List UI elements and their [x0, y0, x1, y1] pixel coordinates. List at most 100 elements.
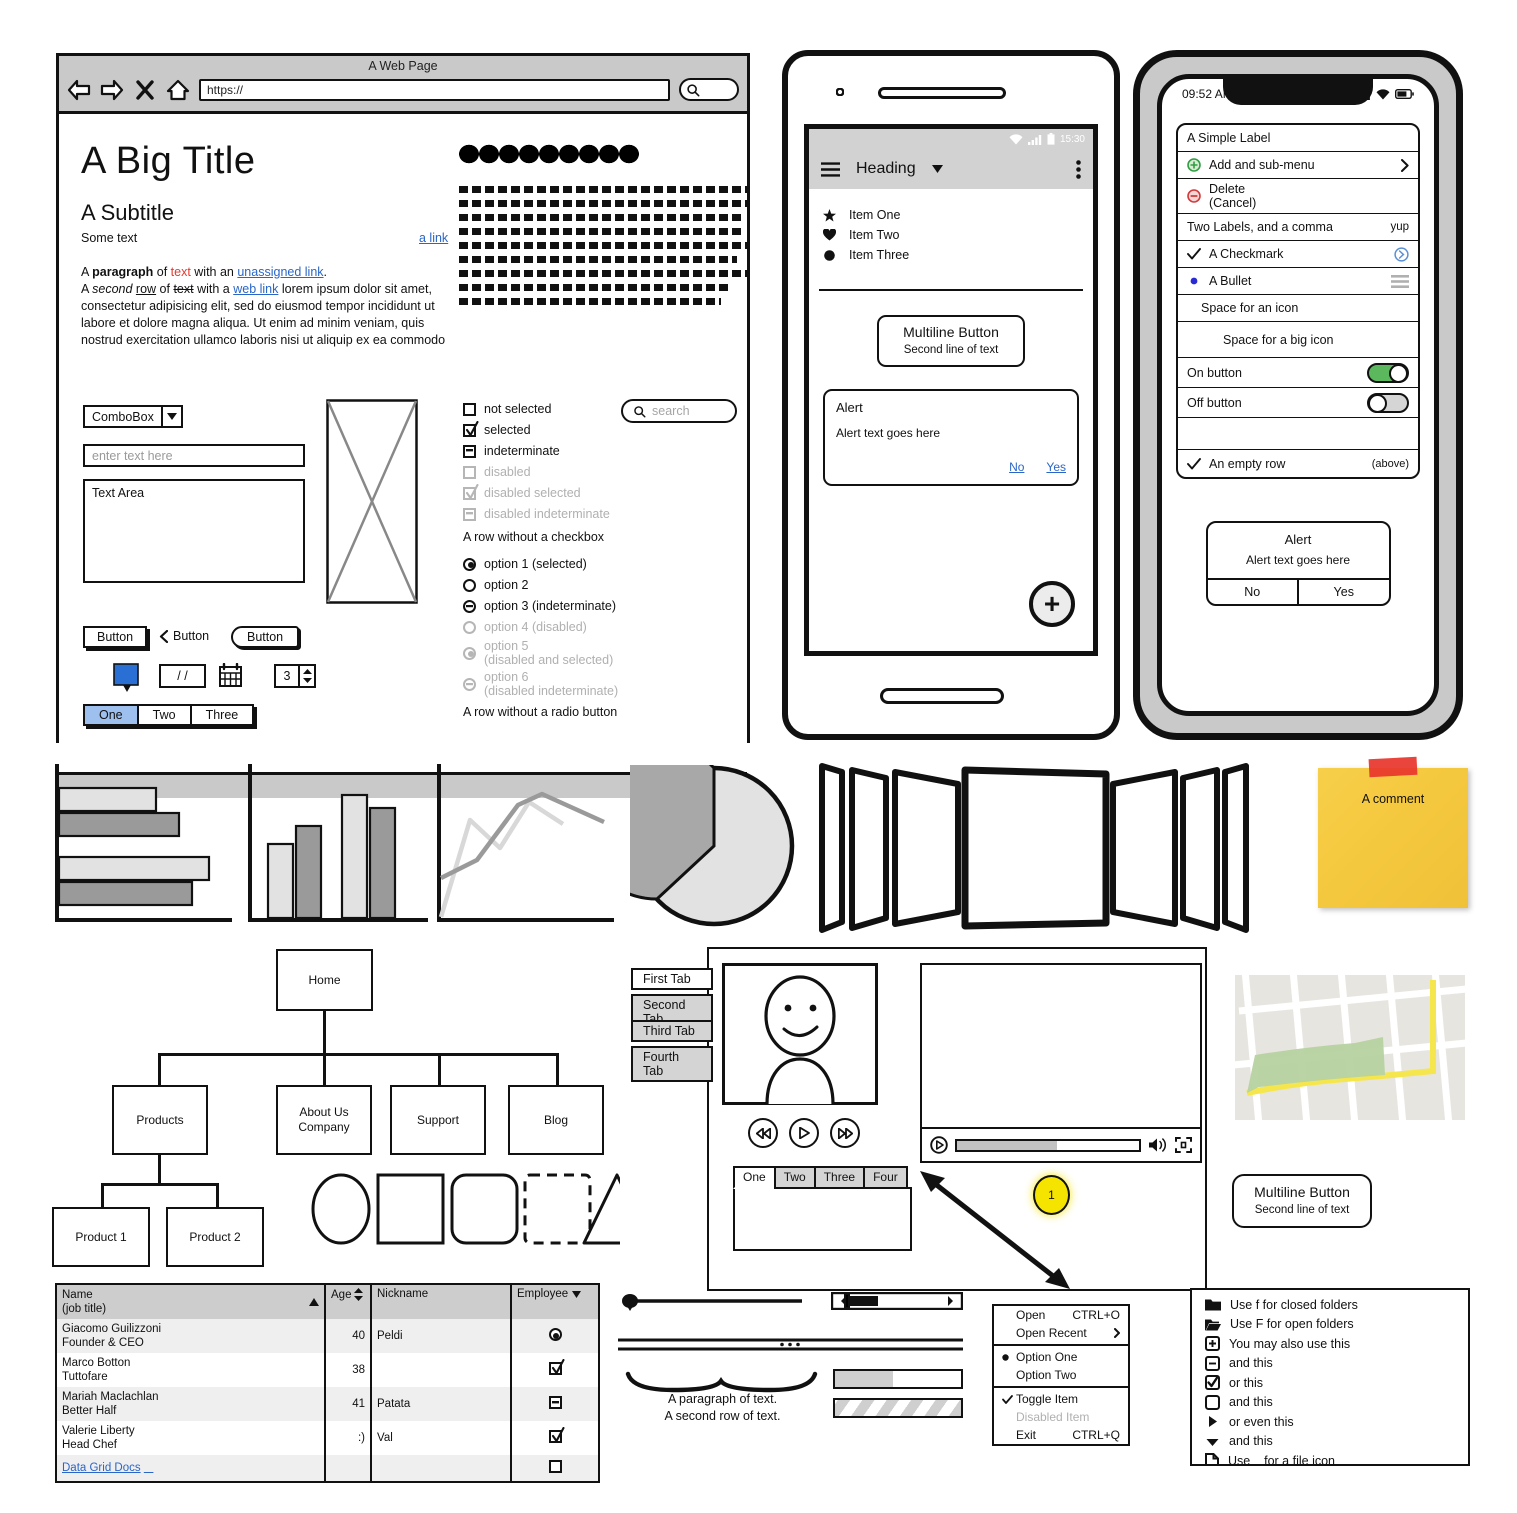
- checkbox-on-icon[interactable]: [548, 1427, 565, 1443]
- chevron-right-icon[interactable]: [1401, 158, 1409, 172]
- sticky-note[interactable]: A comment: [1318, 756, 1468, 908]
- table-footer-row[interactable]: Data Grid Docs: [57, 1455, 598, 1481]
- home-button[interactable]: [880, 688, 1004, 704]
- cell-employee[interactable]: [511, 1455, 598, 1481]
- sitemap-node-home[interactable]: Home: [276, 949, 373, 1011]
- android-multiline-button[interactable]: Multiline Button Second line of text: [877, 315, 1025, 367]
- ios-row-off-button[interactable]: Off button: [1178, 388, 1418, 418]
- tab-three[interactable]: Three: [813, 1166, 866, 1189]
- cell-employee[interactable]: [511, 1353, 598, 1387]
- ios-row-delete[interactable]: Delete (Cancel): [1178, 179, 1418, 214]
- cell-employee[interactable]: [511, 1421, 598, 1455]
- radio-row[interactable]: option 3 (indeterminate): [463, 596, 618, 616]
- segmented-control[interactable]: One Two Three: [83, 704, 255, 726]
- kebab-icon[interactable]: [1076, 159, 1081, 179]
- fullscreen-icon[interactable]: [1175, 1137, 1192, 1153]
- ios-row-empty[interactable]: An empty row (above): [1178, 450, 1418, 477]
- multiline-button-right[interactable]: Multiline Button Second line of text: [1232, 1174, 1372, 1228]
- table-row[interactable]: Mariah Maclachlan Better Half 41 Patata: [57, 1387, 598, 1421]
- date-input[interactable]: / /: [159, 664, 206, 688]
- vertical-tab-first[interactable]: First Tab: [631, 968, 713, 990]
- data-grid-docs-link[interactable]: Data Grid Docs: [62, 1462, 141, 1474]
- sitemap-node-product1[interactable]: Product 1: [52, 1207, 150, 1267]
- play-icon[interactable]: [930, 1136, 948, 1154]
- scrollbar[interactable]: [831, 1292, 963, 1310]
- menu-item-open[interactable]: Open CTRL+O: [994, 1306, 1128, 1324]
- menu-item-option-two[interactable]: Option Two: [994, 1366, 1128, 1384]
- floating-action-button[interactable]: +: [1029, 581, 1075, 627]
- menu-item-exit[interactable]: Exit CTRL+Q: [994, 1426, 1128, 1444]
- sitemap-node-support[interactable]: Support: [390, 1085, 486, 1155]
- alert-yes-button[interactable]: Yes: [1046, 460, 1066, 474]
- ios-row-add-submenu[interactable]: Add and sub-menu: [1178, 152, 1418, 179]
- hamburger-icon[interactable]: [821, 161, 840, 177]
- fast-forward-icon[interactable]: [830, 1118, 860, 1148]
- sitemap-node-products[interactable]: Products: [112, 1085, 208, 1155]
- table-row[interactable]: Valerie Liberty Head Chef :) Val: [57, 1421, 598, 1455]
- number-stepper[interactable]: 3: [274, 664, 316, 688]
- list-item[interactable]: Item One: [809, 205, 1093, 225]
- cell-employee[interactable]: [511, 1387, 598, 1421]
- vertical-tab-fourth[interactable]: Fourth Tab: [631, 1046, 713, 1082]
- color-picker[interactable]: [113, 663, 139, 693]
- sort-desc-icon[interactable]: [572, 1290, 582, 1298]
- column-header-employee[interactable]: Employee: [511, 1285, 598, 1319]
- unassigned-link[interactable]: unassigned link: [237, 265, 323, 279]
- checkbox-row[interactable]: indeterminate: [463, 441, 610, 461]
- chevron-down-icon[interactable]: [931, 165, 943, 173]
- round-button[interactable]: Button: [231, 626, 300, 648]
- ios-row-bullet[interactable]: A Bullet: [1178, 268, 1418, 295]
- search-input[interactable]: search: [621, 399, 737, 423]
- list-item[interactable]: Item Three: [809, 245, 1093, 265]
- column-header-name[interactable]: Name (job title): [57, 1285, 326, 1319]
- checkbox-on-icon[interactable]: [463, 420, 479, 437]
- radio-row[interactable]: option 2: [463, 575, 618, 595]
- column-header-age[interactable]: Age: [325, 1285, 372, 1319]
- ios-row-checkmark[interactable]: A Checkmark: [1178, 241, 1418, 268]
- column-header-nickname[interactable]: Nickname: [371, 1285, 512, 1319]
- checkbox-off-icon[interactable]: [463, 402, 476, 416]
- play-icon[interactable]: [789, 1118, 819, 1148]
- radio-on-icon[interactable]: [463, 557, 476, 571]
- text-input[interactable]: enter text here: [83, 444, 305, 467]
- map-widget[interactable]: [1235, 975, 1465, 1120]
- cell-footer-link[interactable]: Data Grid Docs: [57, 1455, 326, 1481]
- sitemap-node-product2[interactable]: Product 2: [166, 1207, 264, 1267]
- callout-badge[interactable]: 1: [1033, 1175, 1070, 1215]
- link-button[interactable]: Button: [159, 629, 209, 643]
- radio-row[interactable]: option 1 (selected): [463, 554, 618, 574]
- ios-row-space-big-icon[interactable]: Space for a big icon: [1178, 322, 1418, 358]
- a-link[interactable]: a link: [419, 231, 448, 245]
- menu-item-option-one[interactable]: Option One: [994, 1348, 1128, 1366]
- url-input[interactable]: https://: [199, 78, 670, 101]
- alert-yes-button[interactable]: Yes: [1299, 580, 1389, 604]
- ios-row-simple-label[interactable]: A Simple Label: [1178, 125, 1418, 152]
- table-row[interactable]: Marco Botton Tuttofare 38: [57, 1353, 598, 1387]
- info-chevron-icon[interactable]: [1394, 246, 1409, 262]
- volume-icon[interactable]: [1148, 1137, 1168, 1153]
- tab-two[interactable]: Two: [773, 1166, 816, 1189]
- home-icon[interactable]: [166, 79, 190, 101]
- list-item[interactable]: Item Two: [809, 225, 1093, 245]
- reorder-icon[interactable]: [1391, 274, 1409, 288]
- ios-row-blank[interactable]: [1178, 418, 1418, 450]
- vertical-tab-third[interactable]: Third Tab: [631, 1020, 713, 1042]
- table-row[interactable]: Giacomo Guilizzoni Founder & CEO 40 Peld…: [57, 1319, 598, 1353]
- tab-one[interactable]: One: [733, 1166, 776, 1189]
- stop-close-icon[interactable]: [133, 79, 157, 101]
- stepper-arrows-icon[interactable]: [300, 664, 316, 688]
- coverflow-carousel[interactable]: [810, 758, 1260, 938]
- sitemap-node-about[interactable]: About Us Company: [276, 1085, 372, 1155]
- segment-two[interactable]: Two: [138, 706, 192, 724]
- toggle-off[interactable]: [1367, 392, 1409, 413]
- rewind-icon[interactable]: [748, 1118, 778, 1148]
- browser-search-button[interactable]: [679, 78, 739, 101]
- checkbox-off-icon[interactable]: [548, 1460, 562, 1473]
- checkbox-row[interactable]: not selected: [463, 399, 610, 419]
- cell-employee[interactable]: [511, 1319, 598, 1353]
- ios-row-two-labels[interactable]: Two Labels, and a comma yup: [1178, 214, 1418, 241]
- combobox[interactable]: ComboBox: [83, 405, 183, 428]
- horizontal-splitter[interactable]: [618, 1336, 963, 1354]
- web-link[interactable]: web link: [233, 282, 278, 296]
- checkbox-on-icon[interactable]: [548, 1359, 565, 1375]
